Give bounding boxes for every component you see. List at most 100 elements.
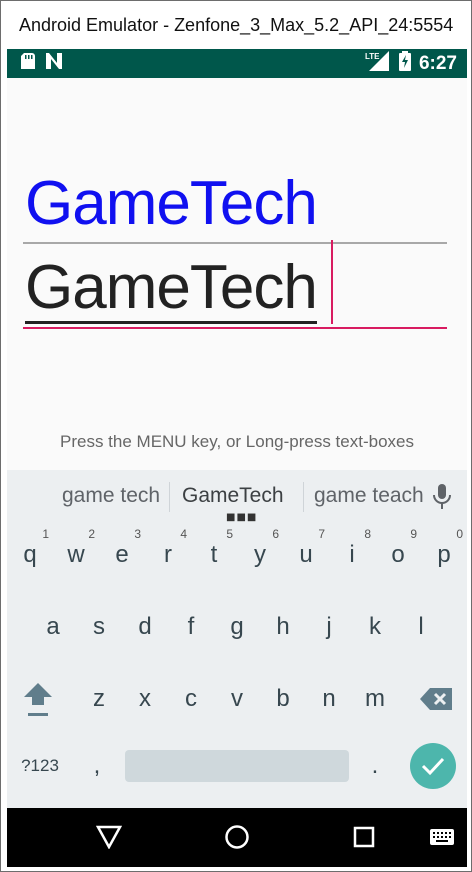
key-g[interactable]: g — [214, 602, 260, 652]
key-number-hint: 1 — [42, 527, 49, 541]
key-number-hint: 4 — [180, 527, 187, 541]
key-label: l — [418, 613, 424, 640]
enter-key[interactable] — [410, 743, 456, 789]
key-j[interactable]: j — [306, 602, 352, 652]
key-b[interactable]: b — [260, 674, 306, 724]
status-time: 6:27 — [418, 52, 457, 74]
key-label: q — [23, 541, 37, 568]
key-number-hint: 6 — [272, 527, 279, 541]
key-f[interactable]: f — [168, 602, 214, 652]
key-label: p — [437, 541, 451, 568]
key-w[interactable]: w2 — [53, 527, 99, 580]
backspace-icon — [420, 688, 452, 710]
comma-key[interactable]: , — [79, 746, 115, 786]
key-c[interactable]: c — [168, 674, 214, 724]
suggestion-divider — [169, 482, 170, 512]
key-l[interactable]: l — [398, 602, 444, 652]
key-number-hint: 7 — [318, 527, 325, 541]
divider-line — [23, 242, 447, 244]
key-label: r — [164, 541, 172, 568]
key-label: x — [139, 685, 151, 712]
battery-charging-icon — [398, 51, 411, 76]
key-m[interactable]: m — [352, 674, 398, 724]
n-notification-icon — [45, 53, 63, 74]
key-label: y — [254, 541, 266, 568]
suggestion-center[interactable]: GameTech — [182, 484, 284, 508]
svg-text:LTE: LTE — [365, 52, 380, 61]
key-x[interactable]: x — [122, 674, 168, 724]
period-key[interactable]: . — [357, 746, 393, 786]
checkmark-icon — [421, 757, 445, 776]
key-a[interactable]: a — [30, 602, 76, 652]
key-label: h — [276, 613, 290, 640]
keyboard-switch-button[interactable] — [425, 820, 459, 854]
key-label: f — [187, 613, 195, 640]
key-p[interactable]: p0 — [421, 527, 467, 580]
key-e[interactable]: e3 — [99, 527, 145, 580]
app-content: GameTech GameTech Press the MENU key, or… — [7, 78, 467, 470]
microphone-icon[interactable] — [433, 484, 451, 514]
key-label: s — [93, 613, 105, 640]
spacebar-key[interactable] — [125, 750, 349, 782]
key-label: d — [138, 613, 152, 640]
suggestion-strip: game tech GameTech game teach ■■■ — [7, 470, 467, 523]
key-number-hint: 8 — [364, 527, 371, 541]
key-number-hint: 5 — [226, 527, 233, 541]
window-titlebar[interactable]: Android Emulator - Zenfone_3_Max_5.2_API… — [1, 1, 471, 49]
key-q[interactable]: q1 — [7, 527, 53, 580]
home-button[interactable] — [220, 820, 254, 854]
recents-square-icon — [353, 826, 375, 848]
key-i[interactable]: i8 — [329, 527, 375, 580]
emulator-window: Android Emulator - Zenfone_3_Max_5.2_API… — [0, 0, 472, 872]
edit-text-field[interactable]: GameTech — [25, 246, 318, 324]
backspace-key[interactable] — [411, 674, 461, 724]
key-number-hint: 0 — [456, 527, 463, 541]
key-label: w — [67, 541, 85, 568]
key-label: o — [391, 541, 405, 568]
edit-text-value: GameTech — [25, 253, 318, 324]
key-number-hint: 2 — [88, 527, 95, 541]
text-cursor — [331, 240, 333, 324]
key-number-hint: 3 — [134, 527, 141, 541]
key-v[interactable]: v — [214, 674, 260, 724]
key-label: j — [326, 613, 332, 640]
key-o[interactable]: o9 — [375, 527, 421, 580]
back-button[interactable] — [92, 820, 126, 854]
key-k[interactable]: k — [352, 602, 398, 652]
key-label: g — [230, 613, 244, 640]
suggestion-right[interactable]: game teach — [314, 484, 424, 508]
edit-text-underline — [23, 327, 447, 329]
status-bar: LTE 6:27 — [7, 49, 467, 78]
key-t[interactable]: t5 — [191, 527, 237, 580]
suggestion-divider — [303, 482, 304, 512]
lte-signal-icon: LTE — [365, 51, 391, 76]
key-label: b — [276, 685, 290, 712]
key-label: c — [185, 685, 197, 712]
key-s[interactable]: s — [76, 602, 122, 652]
key-label: v — [231, 685, 243, 712]
more-suggestions-icon[interactable]: ■■■ — [226, 512, 257, 523]
key-d[interactable]: d — [122, 602, 168, 652]
recents-button[interactable] — [347, 820, 381, 854]
sd-card-icon — [21, 53, 35, 74]
key-label: a — [46, 613, 60, 640]
key-r[interactable]: r4 — [145, 527, 191, 580]
key-label: n — [322, 685, 336, 712]
suggestion-left[interactable]: game tech — [62, 484, 160, 508]
shift-key[interactable] — [17, 674, 59, 724]
key-label: m — [365, 685, 385, 712]
key-y[interactable]: y6 — [237, 527, 283, 580]
key-n[interactable]: n — [306, 674, 352, 724]
key-label: t — [210, 541, 218, 568]
key-u[interactable]: u7 — [283, 527, 329, 580]
key-h[interactable]: h — [260, 602, 306, 652]
soft-keyboard: game tech GameTech game teach ■■■ q1w2e3… — [7, 470, 467, 808]
key-label: i — [349, 541, 355, 568]
title-text-view: GameTech — [25, 169, 318, 238]
navigation-bar — [7, 808, 467, 867]
key-z[interactable]: z — [76, 674, 122, 724]
home-circle-icon — [225, 825, 249, 849]
shift-icon — [24, 683, 52, 716]
symbols-key[interactable]: ?123 — [13, 746, 67, 786]
key-label: k — [369, 613, 381, 640]
